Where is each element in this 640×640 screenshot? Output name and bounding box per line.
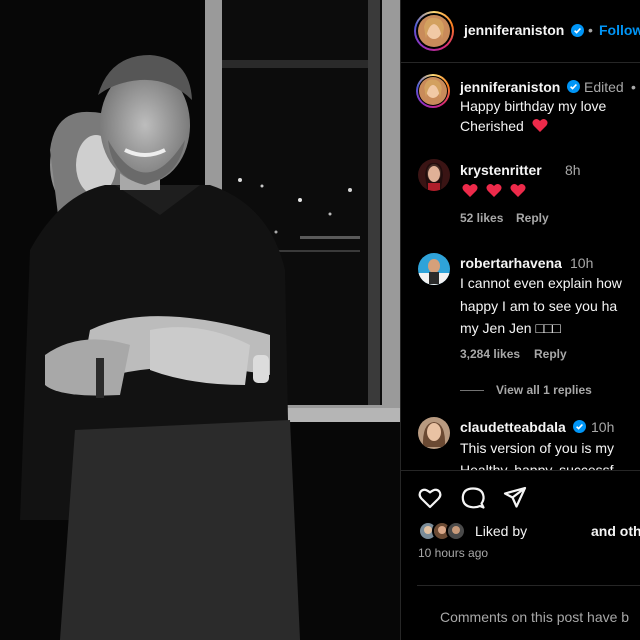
comment-line-1: I cannot even explain how [460, 275, 622, 291]
caption-avatar[interactable] [419, 77, 447, 105]
follow-button[interactable]: Follow [599, 22, 640, 38]
comment-likes[interactable]: 52 likes [460, 211, 503, 225]
comments-disabled-notice: Comments on this post have b [440, 609, 630, 625]
post-photo-image [0, 0, 400, 640]
comment-time: 10h [570, 255, 594, 271]
post-actions: Liked by and oth 10 hours ago Comments o… [401, 470, 640, 640]
verified-badge-icon [571, 24, 584, 37]
liked-by-others[interactable]: and oth [591, 523, 640, 539]
caption-edited: Edited [584, 79, 624, 95]
header-separator: • [588, 22, 593, 38]
reply-button[interactable]: Reply [516, 211, 549, 225]
post-header: jenniferaniston • Follow [401, 0, 640, 63]
comment-username[interactable]: robertarhavena [460, 255, 562, 271]
red-heart-emoji-icon [462, 184, 478, 197]
comment-username[interactable]: krystenritter [460, 162, 542, 178]
paper-plane-icon[interactable] [502, 485, 528, 511]
red-heart-emoji-icon [486, 184, 502, 197]
comment-line-3: my Jen Jen □□□ [460, 320, 561, 336]
story-ring[interactable] [414, 11, 454, 51]
verified-badge-icon [573, 420, 586, 433]
post-side-panel: jenniferaniston • Follow jenniferaniston… [400, 0, 640, 640]
comment-time: 8h [565, 162, 581, 178]
comment-avatar[interactable] [418, 253, 450, 285]
red-heart-emoji-icon [510, 184, 526, 197]
comment-avatar[interactable] [418, 159, 450, 191]
caption-avatar-ring[interactable] [416, 74, 450, 108]
post-timestamp[interactable]: 10 hours ago [418, 546, 488, 560]
footer-divider [417, 585, 640, 586]
comment-username[interactable]: claudetteabdala [460, 419, 566, 435]
liked-by-label: Liked by [475, 523, 528, 539]
post-photo[interactable] [0, 0, 400, 640]
view-replies-button[interactable]: View all 1 replies [496, 383, 592, 397]
caption-line-2: Cherished [460, 118, 524, 134]
comment-likes[interactable]: 3,284 likes [460, 347, 520, 361]
view-replies-line [460, 390, 484, 391]
reply-button[interactable]: Reply [534, 347, 567, 361]
header-username[interactable]: jenniferaniston [464, 22, 564, 38]
caption-username[interactable]: jenniferaniston [460, 79, 560, 95]
comment-line-1: This version of you is my [460, 440, 615, 456]
comment-time: 10h [591, 419, 615, 435]
verified-badge-icon [567, 80, 580, 93]
red-heart-emoji-icon [532, 119, 548, 132]
comment-avatar[interactable] [418, 417, 450, 449]
comment-line-2: happy I am to see you ha [460, 298, 618, 314]
comment-bubble-icon[interactable] [460, 485, 486, 511]
author-avatar[interactable] [418, 15, 450, 47]
heart-outline-icon[interactable] [417, 485, 443, 511]
caption-line-1: Happy birthday my love [460, 98, 607, 114]
caption-separator: • [631, 79, 636, 95]
liker-avatar[interactable] [446, 521, 466, 541]
